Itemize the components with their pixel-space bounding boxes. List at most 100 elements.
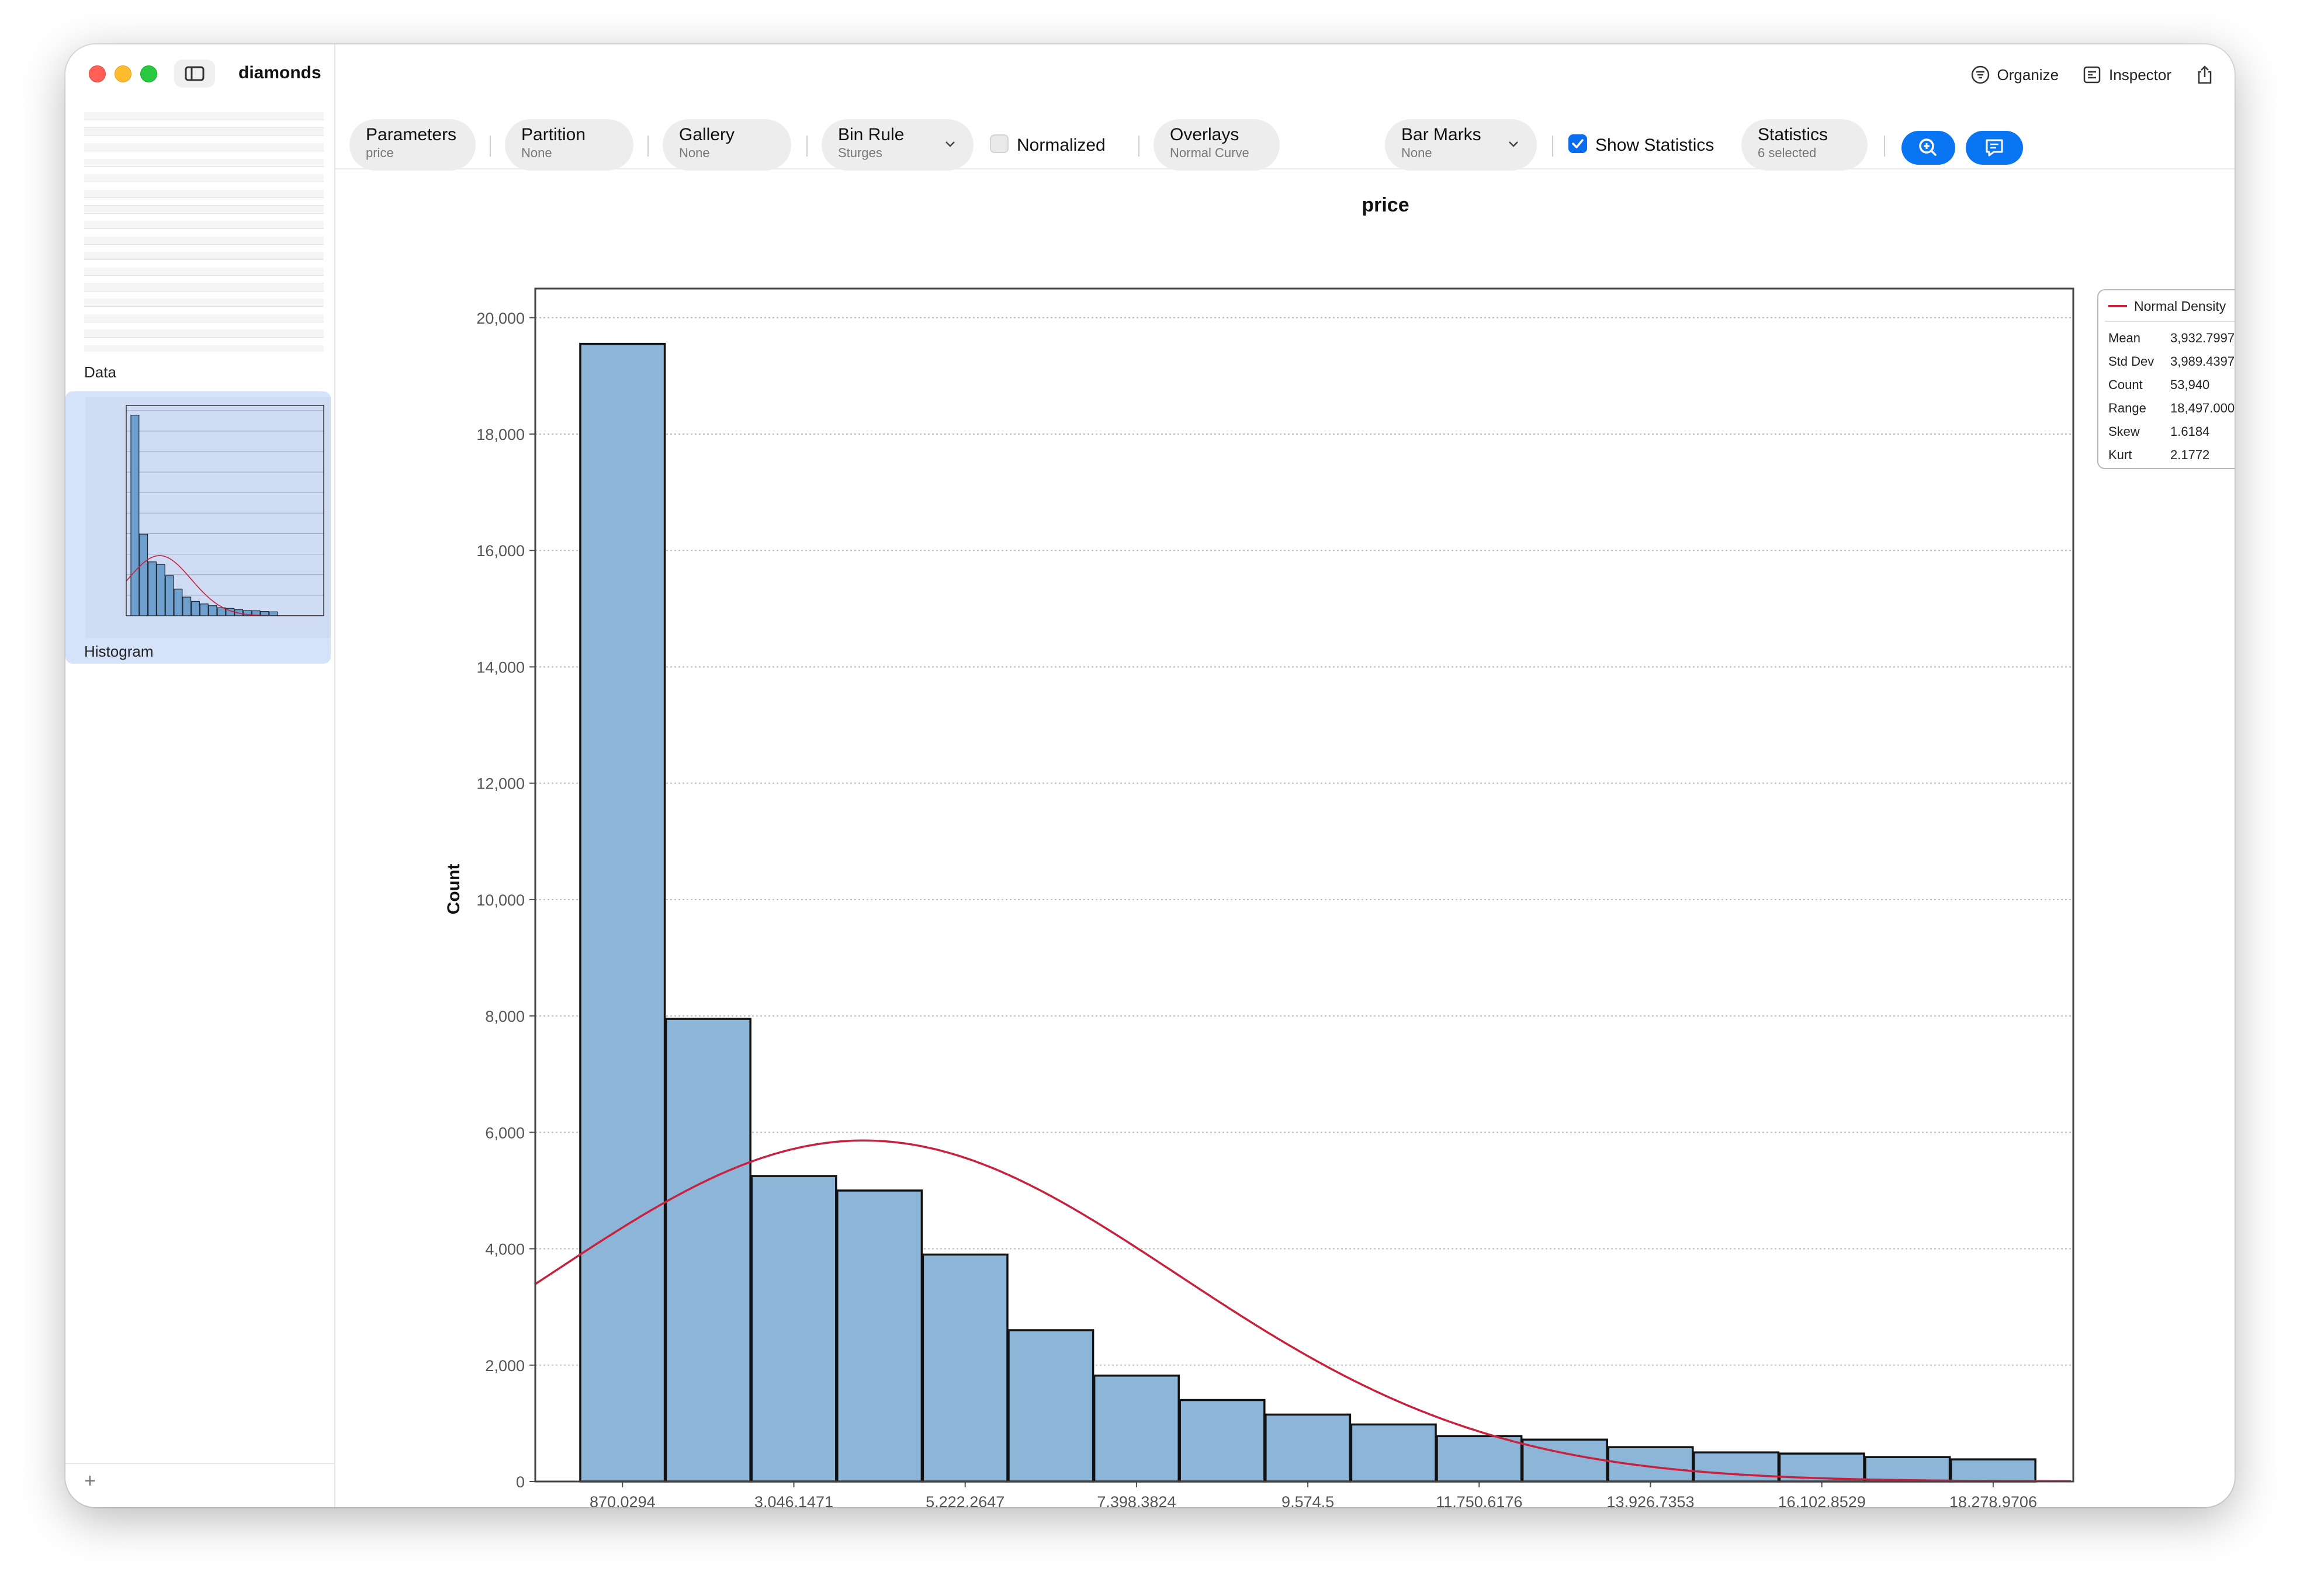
histogram-bar[interactable] xyxy=(1179,1399,1266,1483)
histogram-bar[interactable] xyxy=(1436,1435,1523,1483)
histogram-bar[interactable] xyxy=(1693,1451,1780,1483)
minimize-window-button[interactable] xyxy=(115,65,131,82)
histogram-bar[interactable] xyxy=(1093,1374,1180,1483)
histogram-thumbnail[interactable] xyxy=(85,397,331,638)
histogram-bar[interactable] xyxy=(1864,1456,1951,1483)
window-title: diamonds xyxy=(238,63,321,82)
inspector-button[interactable]: Inspector xyxy=(2074,65,2180,85)
parameters-value: price xyxy=(366,145,394,160)
thumbnail-table-row xyxy=(84,174,324,183)
histogram-bar[interactable] xyxy=(1265,1413,1352,1483)
thumbnail-table-row xyxy=(84,314,324,322)
sidebar-item-histogram[interactable]: Histogram xyxy=(84,643,153,661)
thumbnail-table-row xyxy=(84,345,324,352)
statistics-button[interactable]: Statistics 6 selected xyxy=(1741,119,1868,171)
inspector-icon xyxy=(2083,66,2101,84)
sidebar: diamonds Data Histogram + xyxy=(65,44,335,1507)
y-tick-label: 20,000 xyxy=(476,310,525,327)
histogram-bar[interactable] xyxy=(836,1189,923,1483)
histogram-bar[interactable] xyxy=(1607,1446,1694,1483)
thumbnail-table-row xyxy=(84,136,324,144)
stat-name: Mean xyxy=(2108,331,2140,345)
close-window-button[interactable] xyxy=(89,65,106,82)
thumbnail-table-row xyxy=(84,120,324,129)
bin-rule-label: Bin Rule xyxy=(838,125,905,144)
show-statistics-checkbox[interactable] xyxy=(1568,134,1587,153)
parameters-label: Parameters xyxy=(366,125,457,144)
stat-value: 3,932.7997 xyxy=(2170,331,2235,345)
maximize-window-button[interactable] xyxy=(140,65,157,82)
thumbnail-bar xyxy=(147,561,157,616)
organize-button[interactable]: Organize xyxy=(1962,65,2067,85)
zoom-button[interactable] xyxy=(1901,131,1955,165)
chevron-down-icon xyxy=(945,141,955,147)
stat-name: Std Dev xyxy=(2108,354,2154,369)
chart-title: price xyxy=(1362,194,1409,216)
x-tick-label: 13,926.7353 xyxy=(1606,1493,1694,1507)
stat-value: 18,497.0000 xyxy=(2170,401,2235,415)
thumbnail-table-row xyxy=(84,338,324,346)
organize-icon xyxy=(1971,65,1989,84)
stat-value: 2.1772 xyxy=(2170,447,2209,462)
inspector-label: Inspector xyxy=(2109,65,2171,84)
thumbnail-table-row xyxy=(84,112,324,120)
thumbnail-table-row xyxy=(84,166,324,175)
thumbnail-table-row xyxy=(84,268,324,276)
thumbnail-bar xyxy=(208,605,217,616)
y-tick-label: 14,000 xyxy=(476,658,525,676)
comment-icon xyxy=(1986,139,2003,157)
sidebar-divider xyxy=(65,1463,334,1464)
thumbnail-bar xyxy=(199,603,209,616)
y-tick-label: 18,000 xyxy=(476,426,525,443)
gallery-button[interactable]: Gallery None xyxy=(663,119,791,171)
partition-value: None xyxy=(521,145,552,160)
histogram-bar[interactable] xyxy=(922,1253,1009,1483)
titlebar-actions: Organize Inspector xyxy=(1962,58,2223,91)
y-tick-label: 4,000 xyxy=(485,1241,525,1258)
statistics-value: 6 selected xyxy=(1758,145,1817,160)
thumbnail-table-row xyxy=(84,329,324,338)
y-tick-label: 12,000 xyxy=(476,775,525,793)
stat-name: Skew xyxy=(2108,424,2140,439)
thumbnail-table-row xyxy=(84,299,324,307)
thumbnail-table-row xyxy=(84,283,324,292)
data-thumbnail[interactable] xyxy=(84,112,324,352)
bar-marks-dropdown[interactable]: Bar Marks None xyxy=(1385,119,1537,171)
thumbnail-bar xyxy=(165,575,174,616)
magnifier-icon xyxy=(1919,138,1937,156)
histogram-chart[interactable]: price Count 0 2,000 4,000 6,000 8,000 10,000 1… xyxy=(335,169,2235,1507)
histogram-bar[interactable] xyxy=(579,342,666,1483)
normalized-checkbox[interactable] xyxy=(990,134,1009,153)
histogram-bar[interactable] xyxy=(1350,1423,1437,1483)
histogram-bar[interactable] xyxy=(664,1018,751,1483)
show-statistics-label: Show Statistics xyxy=(1595,136,1714,155)
overlays-button[interactable]: Overlays Normal Curve xyxy=(1154,119,1280,171)
x-tick-label: 7,398.3824 xyxy=(1097,1493,1176,1507)
gallery-label: Gallery xyxy=(679,125,735,144)
stat-name: Range xyxy=(2108,401,2146,415)
statistics-label: Statistics xyxy=(1758,125,1828,144)
thumbnail-table-row xyxy=(84,322,324,331)
histogram-bar[interactable] xyxy=(750,1175,837,1483)
parameters-button[interactable]: Parameters price xyxy=(349,119,476,171)
checkmark-icon xyxy=(1572,139,1584,148)
add-page-button[interactable]: + xyxy=(84,1470,96,1493)
share-button[interactable] xyxy=(2187,65,2223,85)
toolbar-separator xyxy=(1884,136,1885,157)
sidebar-toggle-button[interactable] xyxy=(174,60,215,88)
normalized-label: Normalized xyxy=(1017,136,1106,155)
thumbnail-bar xyxy=(269,611,278,616)
sidebar-item-data[interactable]: Data xyxy=(84,363,116,381)
stat-name: Count xyxy=(2108,377,2143,392)
toolbar: Parameters price Partition None Gallery … xyxy=(335,112,2235,171)
comment-button[interactable] xyxy=(1966,131,2023,165)
partition-button[interactable]: Partition None xyxy=(505,119,633,171)
thumbnail-table-row xyxy=(84,151,324,159)
bar-marks-label: Bar Marks xyxy=(1401,125,1481,144)
y-tick-label: 2,000 xyxy=(485,1357,525,1375)
bin-rule-dropdown[interactable]: Bin Rule Sturges xyxy=(822,119,974,171)
histogram-bar[interactable] xyxy=(1949,1458,2036,1483)
bar-marks-value: None xyxy=(1401,145,1432,160)
thumbnail-table-row xyxy=(84,190,324,198)
histogram-bar[interactable] xyxy=(1007,1329,1094,1483)
